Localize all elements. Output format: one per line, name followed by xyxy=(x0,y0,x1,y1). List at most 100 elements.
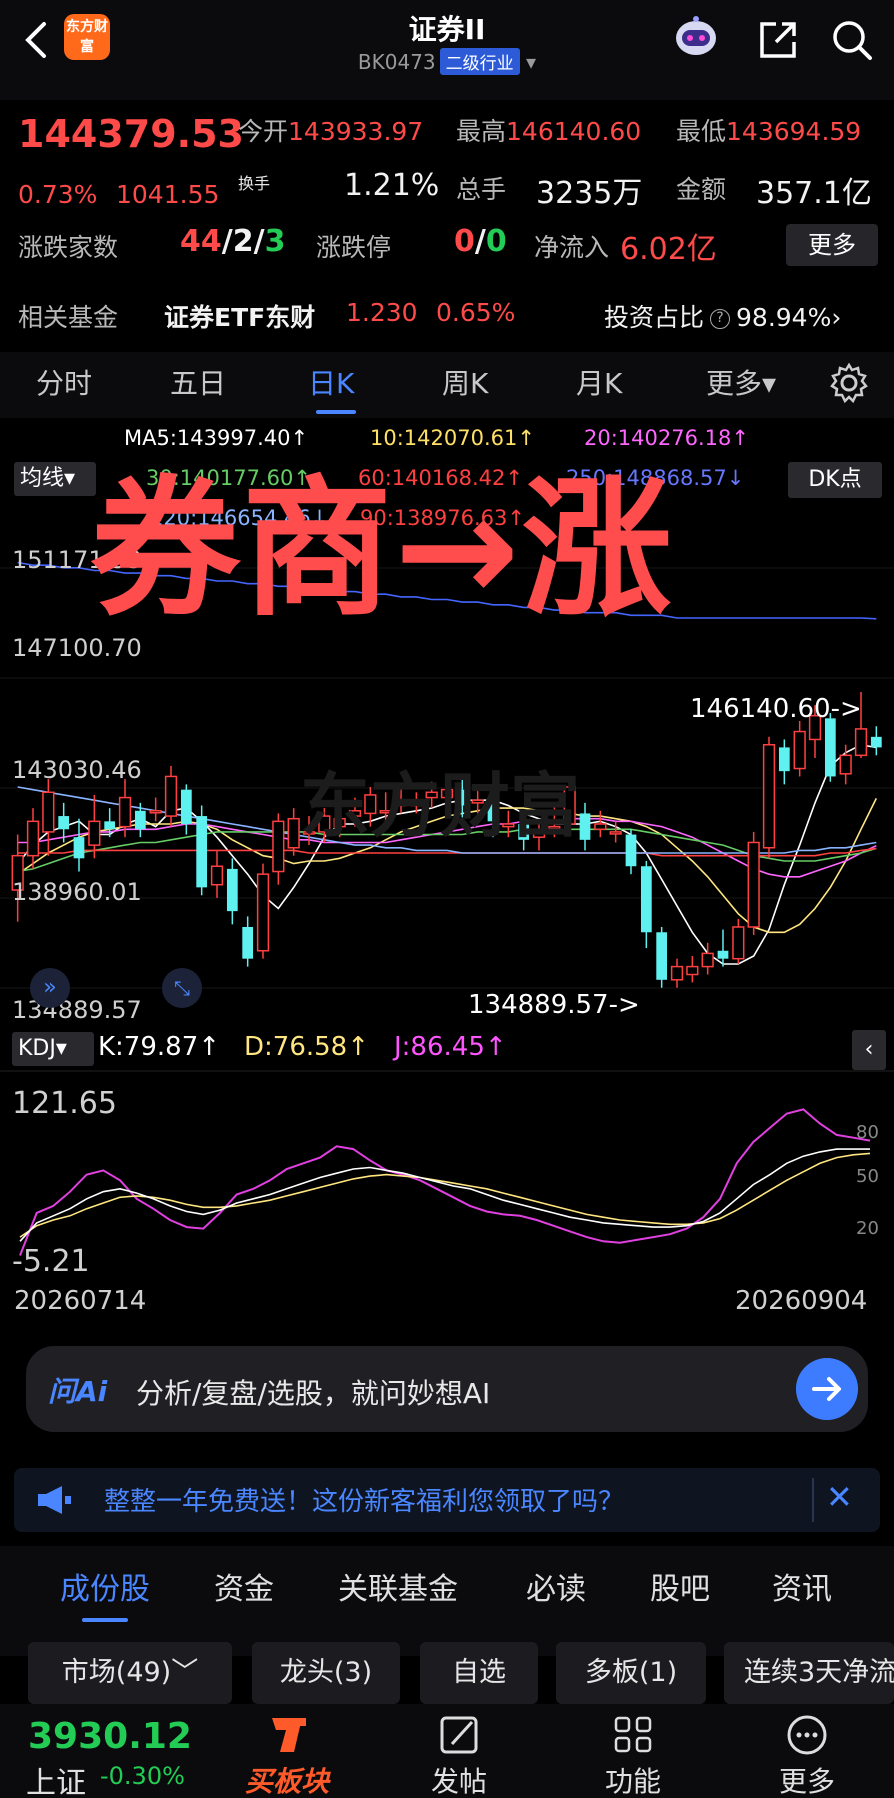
tab-monthly-k[interactable]: 月K xyxy=(576,362,622,402)
gear-icon[interactable] xyxy=(826,360,872,406)
candle[interactable] xyxy=(732,926,745,960)
candle[interactable] xyxy=(854,728,868,757)
fund-label: 相关基金 xyxy=(18,303,119,332)
close-icon[interactable]: ✕ xyxy=(826,1478,853,1516)
index-ticker-value[interactable]: 3930.12 xyxy=(28,1716,192,1757)
ai-robot-icon[interactable] xyxy=(672,14,720,60)
candle[interactable] xyxy=(256,873,270,952)
tab-daily-k[interactable]: 日K xyxy=(308,362,354,402)
kdj-level-label: 50 xyxy=(856,1166,879,1187)
ratio-field[interactable]: 投资占比? 98.94%› xyxy=(604,298,841,334)
fund-name[interactable]: 证券ETF东财 xyxy=(164,298,315,334)
search-icon[interactable] xyxy=(828,16,876,64)
kdj-chart[interactable] xyxy=(0,1070,894,1278)
candle[interactable] xyxy=(793,730,806,770)
filter-chip-3day-inflow[interactable]: 连续3天净流 xyxy=(724,1642,894,1704)
tab-weekly-k[interactable]: 周K xyxy=(442,362,488,402)
kdj-y-bottom: -5.21 xyxy=(12,1244,90,1279)
dk-point-button[interactable]: DK点 xyxy=(788,462,882,498)
candle[interactable] xyxy=(594,823,607,831)
candle[interactable] xyxy=(26,820,40,857)
tab-funds-flow[interactable]: 资金 xyxy=(214,1564,274,1608)
candle[interactable] xyxy=(670,965,684,981)
share-icon[interactable] xyxy=(756,18,800,62)
candle[interactable] xyxy=(149,810,162,814)
candle[interactable] xyxy=(42,791,55,833)
candle[interactable] xyxy=(839,754,852,775)
filter-chip-watchlist[interactable]: 自选 xyxy=(420,1642,538,1704)
more-button[interactable]: 更多 xyxy=(786,224,878,266)
ratio-label: 投资占比 xyxy=(604,303,705,332)
help-icon[interactable]: ? xyxy=(710,309,731,329)
candle[interactable] xyxy=(717,950,729,959)
nav-post[interactable]: 发帖 xyxy=(404,1760,514,1798)
tab-news[interactable]: 资讯 xyxy=(772,1564,832,1608)
candle[interactable] xyxy=(870,736,882,748)
candle[interactable] xyxy=(762,744,776,849)
inflow-label: 净流入 xyxy=(534,233,610,262)
up-count: 44 xyxy=(180,224,222,259)
active-tab-indicator xyxy=(316,410,356,414)
open-value: 143933.97 xyxy=(288,117,424,146)
grid-icon[interactable] xyxy=(578,1712,688,1758)
candle[interactable] xyxy=(210,865,224,886)
filter-chip-market[interactable]: 市场(49)﹀ xyxy=(28,1642,232,1704)
candle[interactable] xyxy=(73,837,85,859)
candle[interactable] xyxy=(686,965,699,976)
tab-intraday[interactable]: 分时 xyxy=(36,362,92,402)
tab-more[interactable]: 更多▾ xyxy=(706,362,776,402)
ai-prompt-text[interactable]: 分析/复盘/选股，就问妙想AI xyxy=(136,1372,490,1412)
candle[interactable] xyxy=(104,821,116,830)
edit-icon[interactable] xyxy=(404,1712,514,1758)
fullscreen-icon[interactable]: ⤡ xyxy=(162,968,202,1008)
candle[interactable] xyxy=(287,817,300,849)
low-value: 143694.59 xyxy=(726,117,862,146)
candle[interactable] xyxy=(180,789,192,824)
slash: / xyxy=(253,224,265,259)
candle[interactable] xyxy=(88,820,101,846)
candle[interactable] xyxy=(196,816,208,888)
candle[interactable] xyxy=(640,866,652,933)
buy-sector-icon[interactable] xyxy=(232,1712,342,1758)
filter-chip-leaders[interactable]: 龙头(3) xyxy=(252,1642,400,1704)
candle[interactable] xyxy=(625,834,637,867)
index-ticker-change: -0.30% xyxy=(100,1762,185,1790)
candle[interactable] xyxy=(58,816,70,830)
turnover-value: 1.21% xyxy=(344,168,440,203)
candle[interactable] xyxy=(118,796,132,828)
promo-text[interactable]: 整整一年免费送！这份新客福利您领取了吗？ xyxy=(104,1481,624,1518)
candle[interactable] xyxy=(824,718,836,777)
ma10-label: 10:142070.61↑ xyxy=(370,426,535,450)
candle[interactable] xyxy=(747,841,760,928)
nav-more[interactable]: 更多 xyxy=(752,1760,862,1798)
low-field: 最低143694.59 xyxy=(676,112,861,148)
candle[interactable] xyxy=(134,810,146,830)
more-dots-icon[interactable] xyxy=(752,1712,862,1758)
candle[interactable] xyxy=(778,747,790,772)
slash: / xyxy=(474,224,486,259)
filter-chip-multi-board[interactable]: 多板(1) xyxy=(556,1642,706,1704)
candle[interactable] xyxy=(701,952,714,968)
candle[interactable] xyxy=(226,868,238,912)
tab-five-day[interactable]: 五日 xyxy=(170,362,226,402)
expand-left-icon[interactable]: » xyxy=(30,968,70,1008)
candle[interactable] xyxy=(609,831,622,835)
candle[interactable] xyxy=(272,820,285,873)
candle[interactable] xyxy=(242,926,254,959)
candle[interactable] xyxy=(656,932,668,980)
tab-related-funds[interactable]: 关联基金 xyxy=(338,1564,458,1608)
arrow-right-icon[interactable] xyxy=(796,1358,858,1420)
nav-functions[interactable]: 功能 xyxy=(578,1760,688,1798)
high-label: 最高 xyxy=(456,117,507,146)
collapse-icon[interactable]: ‹ xyxy=(852,1030,886,1070)
candle[interactable] xyxy=(164,775,178,817)
tab-must-read[interactable]: 必读 xyxy=(526,1564,586,1608)
kdj-y-top: 121.65 xyxy=(12,1086,117,1121)
indicator-selector-button[interactable]: KDJ▾ xyxy=(12,1032,94,1066)
tab-constituents[interactable]: 成份股 xyxy=(60,1564,150,1608)
candle[interactable] xyxy=(579,813,591,840)
ma-selector-button[interactable]: 均线▾ xyxy=(14,462,96,496)
tab-forum[interactable]: 股吧 xyxy=(650,1564,710,1608)
nav-buy-sector[interactable]: 买板块 xyxy=(232,1760,342,1798)
inflow-value: 6.02亿 xyxy=(620,232,717,267)
